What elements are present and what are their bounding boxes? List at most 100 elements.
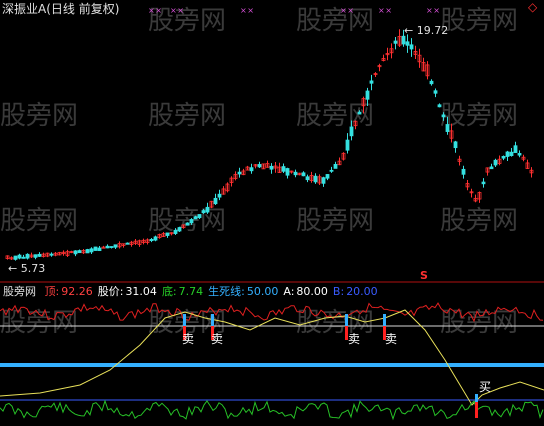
sell-signal: 卖 [211,332,224,346]
marker-group: × × [426,6,440,15]
candle-body [517,153,522,156]
marker-group: × × [378,6,392,15]
marker-group: × × [340,6,354,15]
candle-body [89,248,94,253]
candle-body [237,171,242,175]
top-line [0,302,544,323]
candle-body [49,253,54,256]
candle-body [197,214,202,219]
candle-body [165,232,170,236]
candle-body [173,229,178,234]
indicator-item-value: 7.74 [178,285,204,298]
marker-group: × × [148,6,162,15]
indicator-item: 顶: 92.26 [45,285,93,298]
candle-body [185,222,190,226]
price-low-value: 5.73 [20,262,46,275]
candle-body [93,246,98,251]
candle-body [257,164,262,168]
candle-body [393,40,398,44]
candle-body [305,176,310,181]
candle-body [501,156,506,159]
indicator-item-label: 底: [161,285,177,298]
candle-body [369,80,374,84]
candle-body [293,171,298,176]
price-low-label: ← 5.73 [8,262,46,275]
candle-body [85,249,90,254]
indicator-item: 底: 7.74 [162,285,203,298]
candle-body [13,255,18,260]
indicator-item: 生死线: 50.00 [208,285,278,298]
candle-body [441,114,446,118]
candle-body [437,104,442,108]
candle-body [201,210,206,214]
candle-body [333,164,338,169]
indicator-name: 股旁网 [3,285,36,298]
indicator-item-value: 92.26 [61,285,93,298]
indicator-item-value: 31.04 [125,285,157,298]
marker-group: × × [170,6,184,15]
candle-body [97,247,102,252]
indicator-item-label: 股价: [97,285,124,298]
candle-body [113,244,118,248]
price-chart [0,29,544,421]
buy-marker-blue [475,394,478,402]
candle-body [73,250,78,255]
candle-body [445,124,450,132]
candle-body [125,242,130,245]
candle-body [321,177,326,184]
candle-body [429,80,434,85]
candle-body [17,254,22,259]
candle-body [433,90,438,94]
indicator-item: A: 80.00 [283,285,328,298]
indicator-item-label: A: [283,285,295,298]
candle-body [37,253,42,257]
candle-body [193,216,198,220]
indicator-item-label: B: [332,285,345,298]
candle-body [405,41,410,46]
sell-marker-blue [383,314,386,326]
price-line [0,309,544,406]
candle-body [33,254,38,258]
candle-body [285,168,290,176]
candle-body [409,44,414,50]
candle-body [105,245,110,249]
candlesticks [5,29,534,261]
indicator-item-value: 50.00 [246,285,279,298]
indicator-header: 股旁网 顶: 92.26 股价: 31.04 底: 7.74 生死线: 50.00 A: 80.0… [3,285,378,298]
price-high-label: ← 19.72 [404,24,449,37]
price-high-value: 19.72 [416,24,449,37]
chart-settings-icon[interactable]: ◇ [528,1,537,14]
candle-body [249,167,254,172]
candle-body [489,166,494,170]
indicator-item: 股价: 31.04 [98,285,157,298]
candle-body [177,227,182,232]
candle-body [153,236,158,241]
indicator-item-label: 顶: [44,285,60,298]
chart-title: 深振业A(日线 前复权) [2,2,120,16]
candle-body [189,219,194,224]
candle-body [269,165,274,170]
candle-body [453,141,458,149]
sell-signal: 卖 [385,332,398,346]
candle-body [325,174,330,179]
candle-body [505,151,510,157]
bottom-line [0,399,544,421]
buy-signal: 买 [479,380,492,394]
candle-body [281,166,286,172]
candle-body [493,159,498,166]
indicator-item-value: 20.00 [346,285,378,298]
candle-body [109,246,114,248]
candle-body [513,145,518,153]
candle-body [461,168,466,175]
s-marker: S [420,269,428,282]
candle-body [213,197,218,205]
indicator-item-value: 80.00 [296,285,328,298]
candle-body [21,256,26,259]
sell-marker-blue [345,314,348,326]
candle-body [205,206,210,213]
marker-group: × × [240,6,254,15]
sell-signal: 卖 [348,332,361,346]
candle-body [365,90,370,100]
buy-marker-red [475,402,478,418]
sell-marker-blue [211,314,214,326]
